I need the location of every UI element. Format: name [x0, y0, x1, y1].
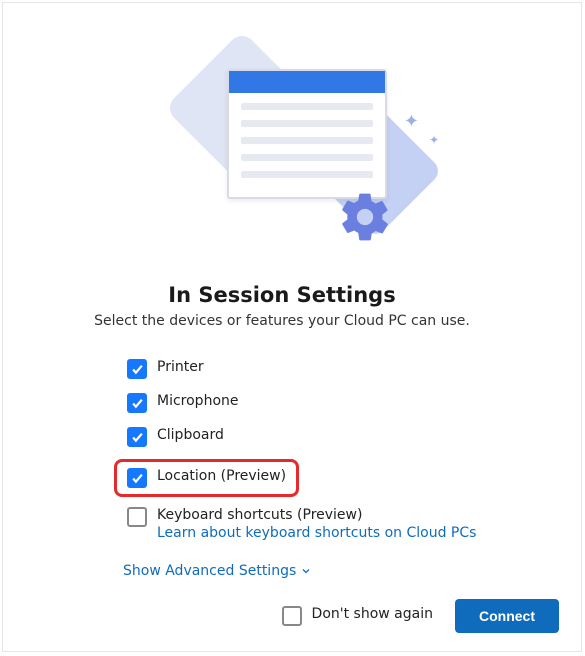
keyboard-learn-link[interactable]: Learn about keyboard shortcuts on Cloud … — [157, 525, 476, 541]
checkbox-printer[interactable] — [127, 359, 147, 379]
label-clipboard: Clipboard — [157, 427, 224, 443]
gear-icon — [337, 189, 393, 245]
sparkle-icon: ✦ — [429, 133, 439, 147]
checkbox-keyboard[interactable] — [127, 507, 147, 527]
options-list: Printer Microphone Clipboard — [123, 357, 501, 543]
checkbox-dont-show[interactable] — [282, 606, 302, 626]
hero-illustration: ✦ ✦ — [3, 3, 581, 283]
window-illustration — [227, 69, 387, 199]
label-keyboard: Keyboard shortcuts (Preview) — [157, 507, 476, 523]
dialog-footer: Don't show again Connect — [3, 583, 581, 651]
hero-art: ✦ ✦ — [167, 43, 417, 243]
label-printer: Printer — [157, 359, 204, 375]
window-titlebar — [229, 71, 385, 93]
connect-button[interactable]: Connect — [455, 599, 559, 633]
option-clipboard[interactable]: Clipboard — [123, 425, 501, 449]
show-advanced-toggle[interactable]: Show Advanced Settings — [123, 563, 312, 579]
highlighted-option-box: Location (Preview) — [114, 459, 299, 497]
label-dont-show: Don't show again — [312, 606, 433, 622]
dialog-title: In Session Settings — [63, 283, 501, 307]
chevron-down-icon — [300, 565, 312, 577]
dialog-content: In Session Settings Select the devices o… — [3, 283, 581, 583]
session-settings-dialog: ✦ ✦ In Session Settings Select the devic… — [2, 2, 582, 652]
label-location: Location (Preview) — [157, 468, 286, 484]
option-printer[interactable]: Printer — [123, 357, 501, 381]
dialog-subtitle: Select the devices or features your Clou… — [63, 313, 501, 329]
checkbox-clipboard[interactable] — [127, 427, 147, 447]
checkbox-microphone[interactable] — [127, 393, 147, 413]
dont-show-again[interactable]: Don't show again — [278, 604, 437, 628]
label-microphone: Microphone — [157, 393, 239, 409]
advanced-label: Show Advanced Settings — [123, 563, 296, 579]
option-location[interactable]: Location (Preview) — [123, 466, 290, 490]
option-microphone[interactable]: Microphone — [123, 391, 501, 415]
sparkle-icon: ✦ — [404, 111, 419, 132]
option-keyboard[interactable]: Keyboard shortcuts (Preview) Learn about… — [123, 505, 501, 543]
checkbox-location[interactable] — [127, 468, 147, 488]
